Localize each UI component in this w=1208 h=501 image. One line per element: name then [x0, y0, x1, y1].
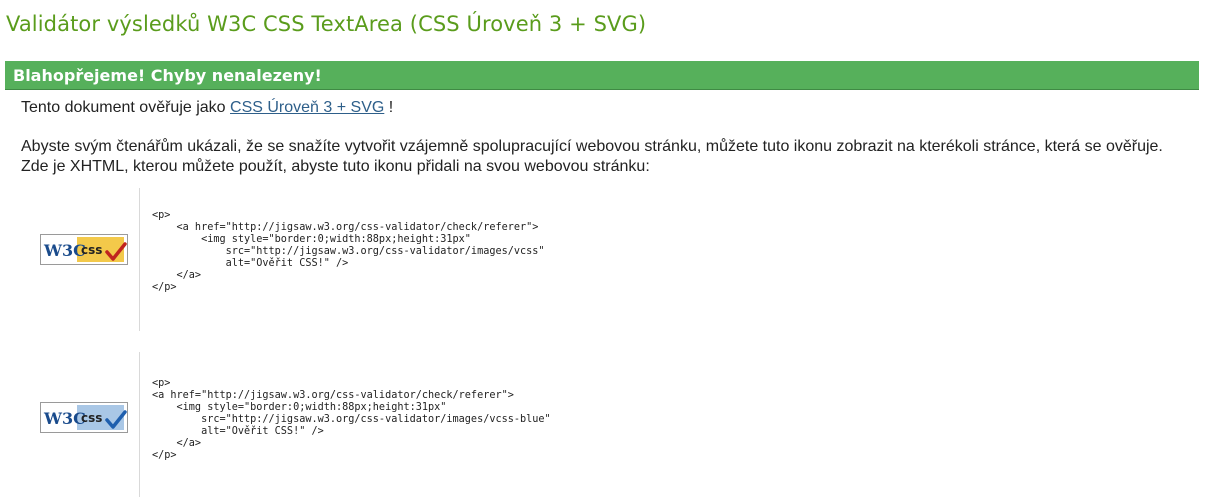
css-profile-link[interactable]: CSS Úroveň 3 + SVG: [230, 99, 384, 116]
valid-css-badge-blue-icon[interactable]: W3C css: [40, 402, 128, 433]
xhtml-snippet-gold[interactable]: <p> <a href="http://jigsaw.w3.org/css-va…: [152, 210, 545, 294]
code-divider: [139, 188, 140, 331]
w3c-logo-text: W3C: [43, 241, 86, 260]
valid-css-badge-blue-graphic: W3C css: [41, 403, 127, 432]
validation-summary: Tento dokument ověřuje jako CSS Úroveň 3…: [21, 98, 393, 118]
page-title: Validátor výsledků W3C CSS TextArea (CSS…: [6, 12, 647, 36]
success-banner: Blahopřejeme! Chyby nenalezeny!: [5, 61, 1199, 90]
valid-css-badge-gold-icon[interactable]: W3C css: [40, 234, 128, 265]
badge-css-text: css: [81, 243, 102, 257]
valid-css-badge-gold-graphic: W3C css: [41, 235, 127, 264]
badge-css-text: css: [81, 411, 102, 425]
code-divider: [139, 352, 140, 497]
w3c-logo-text: W3C: [43, 409, 86, 428]
success-message: Blahopřejeme! Chyby nenalezeny!: [13, 66, 322, 85]
icon-explanation-line-1: Abyste svým čtenářům ukázali, že se snaž…: [21, 138, 1163, 155]
validation-summary-prefix: Tento dokument ověřuje jako: [21, 99, 231, 116]
validation-summary-suffix: !: [384, 99, 394, 116]
xhtml-snippet-blue[interactable]: <p> <a href="http://jigsaw.w3.org/css-va…: [152, 378, 551, 462]
icon-explanation-line-2: Zde je XHTML, kterou můžete použít, abys…: [21, 158, 650, 175]
